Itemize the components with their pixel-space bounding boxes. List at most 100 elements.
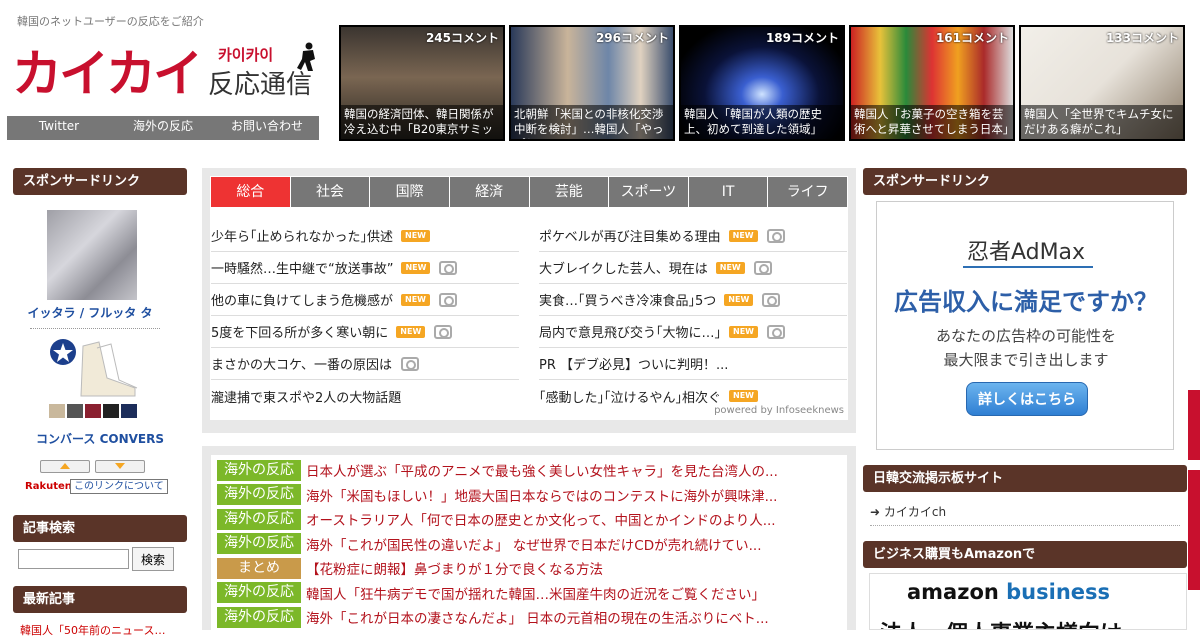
news-item[interactable]: ポケベルが再び注目集める理由 NEW: [539, 220, 847, 252]
thumbnail-caption: 韓国人「お菓子の空き箱を芸術へと昇華させてしまう日本」: [851, 105, 1013, 139]
news-item[interactable]: 一時騒然…生中継で“放送事故” NEW: [211, 252, 519, 284]
news-item-title: 少年ら｢止められなかった｣供述: [211, 230, 394, 245]
tab-general[interactable]: 総合: [211, 177, 291, 207]
arrow-right-icon: ➜: [870, 505, 884, 519]
news-item[interactable]: PR 【デブ必見】ついに判明！...: [539, 348, 847, 380]
thumbnail-caption: 韓国の経済団体、韓日関係が冷え込む中「B20東京サミット」…: [341, 105, 503, 139]
camera-icon: [434, 324, 453, 339]
next-button[interactable]: [95, 460, 145, 473]
comment-count: 189コメント: [765, 31, 839, 45]
tab-international[interactable]: 国際: [370, 177, 450, 207]
thumbnail-caption: 韓国人「全世界でキムチ女にだけある癖がこれ」: [1021, 105, 1183, 139]
news-item[interactable]: 他の車に負けてしまう危機感が NEW: [211, 284, 519, 316]
new-badge: NEW: [401, 293, 430, 306]
featured-article-4[interactable]: 161コメント 韓国人「お菓子の空き箱を芸術へと昇華させてしまう日本」: [849, 25, 1015, 141]
news-item-title: 5度を下回る所が多く寒い朝に: [211, 326, 389, 341]
amazon-logo-text: amazon: [907, 580, 999, 604]
tab-entertainment[interactable]: 芸能: [529, 177, 610, 207]
divider: [30, 328, 160, 329]
new-badge: NEW: [724, 293, 754, 306]
side-share-tab[interactable]: [1188, 470, 1200, 590]
search-input[interactable]: [18, 549, 129, 569]
feed-item[interactable]: 海外の反応 韓国人「狂牛病デモで国が揺れた韓国…米国産牛肉の近況をご覧ください」: [217, 581, 841, 606]
feed-item[interactable]: 海外の反応 オーストラリア人「何で日本の歴史とか文化って、中国とかインドのより人.…: [217, 507, 841, 532]
arrow-down-icon: [115, 463, 125, 469]
nav-twitter[interactable]: Twitter: [7, 116, 111, 140]
latest-article-link[interactable]: 韓国人「50年前のニュース…: [20, 622, 165, 638]
about-this-link[interactable]: このリンクについて: [70, 479, 168, 494]
news-widget-inner: 総合 社会 国際 経済 芸能 スポーツ IT ライフ 少年ら｢止められなかった｣…: [210, 176, 848, 420]
bbs-link[interactable]: ➜ カイカイch: [870, 503, 946, 520]
feed-item[interactable]: 海外の反応 海外「これが国民性の違いだよ」 なぜ世界で日本だけCDが売れ続けてい.…: [217, 532, 841, 557]
arrow-up-icon: [60, 463, 70, 469]
feed-item-title: 海外「これが国民性の違いだよ」 なぜ世界で日本だけCDが売れ続けてい...: [306, 537, 762, 554]
news-item-title: 大ブレイクした芸人、現在は: [539, 262, 708, 277]
feed-item[interactable]: 海外の反応 海外「これが日本の凄さなんだよ」 日本の元首相の現在の生活ぶりにベト.…: [217, 605, 841, 630]
running-figure-icon: [297, 42, 315, 71]
business-logo-text: business: [1006, 580, 1111, 604]
sponsor-heading: スポンサードリンク: [13, 168, 187, 195]
news-item-title: 一時騒然…生中継で“放送事故”: [211, 262, 394, 277]
camera-icon: [766, 228, 785, 243]
new-badge: NEW: [728, 229, 758, 242]
news-item[interactable]: 瀧逮捕で東スポや2人の大物話題: [211, 380, 519, 412]
feed-item[interactable]: まとめ 【花粉症に朗報】鼻づまりが１分で良くなる方法: [217, 556, 841, 581]
converse-product-link[interactable]: コンバース CONVERS: [13, 430, 187, 447]
news-item[interactable]: 大ブレイクした芸人、現在は NEW: [539, 252, 847, 284]
site-tagline: 韓国のネットユーザーの反応をご紹介: [17, 15, 204, 28]
news-item[interactable]: 局内で意見飛び交う｢大物に…｣ NEW: [539, 316, 847, 348]
site-logo[interactable]: カイカイ 카이카이 反応通信: [12, 42, 317, 110]
news-item[interactable]: まさかの大コケ、一番の原因は: [211, 348, 519, 380]
sponsor-heading: スポンサードリンク: [863, 168, 1187, 195]
nav-overseas-reaction[interactable]: 海外の反応: [111, 116, 215, 140]
news-item-title: 瀧逮捕で東スポや2人の大物話題: [211, 390, 402, 406]
camera-icon: [753, 260, 772, 275]
search-button[interactable]: 検索: [132, 547, 174, 571]
featured-article-2[interactable]: 296コメント 北朝鮮「米国との非核化交渉中断を検討」…韓国人「やっぱり」: [509, 25, 675, 141]
sponsored-product-link[interactable]: イッタラ / フルッタ タ: [13, 304, 167, 321]
new-badge: NEW: [715, 261, 745, 274]
camera-icon: [439, 292, 457, 307]
comment-count: 245コメント: [425, 31, 499, 45]
nav-contact[interactable]: お問い合わせ: [215, 116, 319, 140]
camera-icon: [767, 324, 785, 339]
feed-item[interactable]: 海外の反応 海外「米国もほしい！」地震大国日本ならではのコンテストに海外が興味津.…: [217, 483, 841, 508]
ninja-admax-ad[interactable]: 忍者AdMax 広告収入に満足ですか？ あなたの広告枠の可能性を 最大限まで引き出…: [876, 201, 1174, 450]
featured-article-3[interactable]: 189コメント 韓国人「韓国が人類の歴史上、初めて到達した領域」: [679, 25, 845, 141]
amazon-business-logo: amazon business: [907, 580, 1110, 604]
amazon-section: ビジネス購買もAmazonで: [863, 541, 1187, 568]
tab-sports[interactable]: スポーツ: [609, 177, 689, 207]
previous-button[interactable]: [40, 460, 90, 473]
news-widget: 総合 社会 国際 経済 芸能 スポーツ IT ライフ 少年ら｢止められなかった｣…: [202, 168, 856, 433]
divider: [870, 525, 1180, 526]
tab-it[interactable]: IT: [688, 177, 769, 207]
featured-article-1[interactable]: 245コメント 韓国の経済団体、韓日関係が冷え込む中「B20東京サミット」…: [339, 25, 505, 141]
new-badge: NEW: [729, 390, 758, 402]
news-item[interactable]: 5度を下回る所が多く寒い朝に NEW: [211, 316, 519, 348]
ad-headline: 広告収入に満足ですか？: [894, 288, 1158, 316]
thumbnail-caption: 韓国人「韓国が人類の歴史上、初めて到達した領域」: [681, 105, 843, 139]
camera-icon: [439, 260, 458, 275]
new-badge: NEW: [729, 325, 758, 338]
news-item[interactable]: 実食…｢買うべき冷凍食品｣5つ NEW: [539, 284, 847, 316]
amazon-business-ad[interactable]: amazon business 法人・個人事業主様向け: [869, 573, 1187, 630]
search-heading: 記事検索: [13, 515, 187, 542]
powered-by-text: powered by Infoseeknews: [714, 405, 844, 416]
new-badge: NEW: [396, 325, 426, 338]
tab-life[interactable]: ライフ: [768, 177, 847, 207]
feed-item-title: 海外「米国もほしい！」地震大国日本ならではのコンテストに海外が興味津...: [306, 488, 778, 505]
sponsored-product-image[interactable]: [47, 210, 137, 300]
sneaker-product-image[interactable]: [47, 338, 139, 422]
news-item-title: PR 【デブ必見】ついに判明！...: [539, 358, 729, 373]
comment-count: 296コメント: [595, 31, 669, 45]
feed-item-title: 【花粉症に朗報】鼻づまりが１分で良くなる方法: [306, 562, 603, 579]
news-tabs: 総合 社会 国際 経済 芸能 スポーツ IT ライフ: [211, 177, 847, 207]
side-share-tab[interactable]: [1188, 390, 1200, 460]
article-feed: 海外の反応 日本人が選ぶ「平成のアニメで最も強く美しい女性キャラ」を見た台湾人の.…: [202, 446, 856, 635]
tab-society[interactable]: 社会: [290, 177, 371, 207]
featured-article-5[interactable]: 133コメント 韓国人「全世界でキムチ女にだけある癖がこれ」: [1019, 25, 1185, 141]
tab-economy[interactable]: 経済: [449, 177, 530, 207]
ad-details-button[interactable]: 詳しくはこちら: [966, 382, 1088, 416]
news-item[interactable]: 少年ら｢止められなかった｣供述 NEW: [211, 220, 519, 252]
feed-item[interactable]: 海外の反応 日本人が選ぶ「平成のアニメで最も強く美しい女性キャラ」を見た台湾人の.…: [217, 458, 841, 483]
